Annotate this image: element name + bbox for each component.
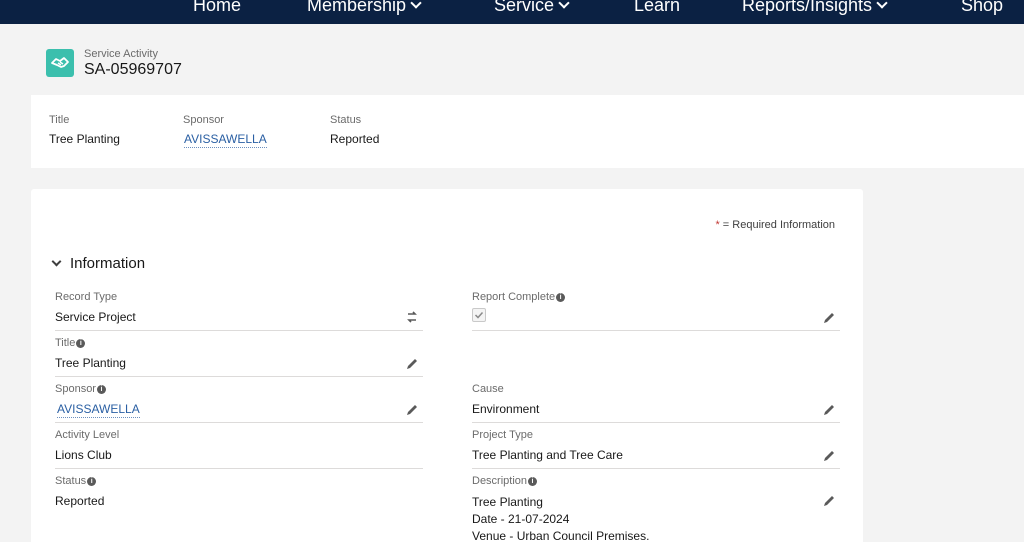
section-information-toggle[interactable]: Information bbox=[51, 255, 146, 272]
chevron-down-icon bbox=[410, 0, 422, 9]
field-label: Description i bbox=[472, 475, 538, 487]
field-project-type: Project Type Tree Planting and Tree Care bbox=[472, 423, 840, 469]
nav-item-learn[interactable]: Learn bbox=[634, 0, 680, 18]
field-label: Activity Level bbox=[55, 429, 120, 441]
required-information-note: * = Required Information bbox=[715, 219, 835, 231]
field-value: Reported bbox=[55, 494, 105, 508]
pencil-icon[interactable] bbox=[822, 494, 836, 508]
highlight-status-value: Reported bbox=[330, 132, 380, 146]
nav-label: Reports/Insights bbox=[742, 0, 873, 15]
field-value: Lions Club bbox=[55, 448, 112, 462]
field-label: Status i bbox=[55, 475, 97, 487]
highlight-title-value: Tree Planting bbox=[49, 132, 120, 146]
top-navigation: Home Membership Service Learn Reports/In… bbox=[0, 0, 1024, 24]
field-description: Description i Tree Planting Date - 21-07-… bbox=[472, 469, 840, 542]
info-icon[interactable]: i bbox=[528, 477, 538, 486]
description-value: Tree Planting Date - 21-07-2024 Venue - … bbox=[472, 494, 649, 542]
field-value: AVISSAWELLA bbox=[55, 402, 140, 418]
field-cause: Cause Environment bbox=[472, 377, 840, 423]
field-label-text: Description bbox=[472, 475, 528, 487]
nav-label: Home bbox=[193, 0, 242, 15]
nav-label: Learn bbox=[634, 0, 681, 15]
nav-label: Membership bbox=[307, 0, 407, 15]
field-label: Title i bbox=[55, 337, 86, 349]
field-activity-level: Activity Level Lions Club bbox=[55, 423, 423, 469]
handshake-icon bbox=[46, 49, 74, 77]
checkmark-icon bbox=[474, 311, 484, 319]
sponsor-link[interactable]: AVISSAWELLA bbox=[57, 402, 140, 418]
pencil-icon[interactable] bbox=[822, 449, 836, 463]
nav-item-service[interactable]: Service bbox=[494, 0, 570, 18]
details-card: * = Required Information Information Rec… bbox=[31, 189, 863, 542]
info-icon[interactable]: i bbox=[76, 339, 86, 348]
report-complete-checkbox bbox=[472, 308, 486, 322]
field-label: Record Type bbox=[55, 291, 118, 303]
description-line: Venue - Urban Council Premises. bbox=[472, 529, 650, 542]
info-icon[interactable]: i bbox=[87, 477, 97, 486]
change-record-type-icon[interactable] bbox=[405, 310, 419, 324]
object-type-label: Service Activity bbox=[84, 48, 158, 60]
field-value: Service Project bbox=[55, 310, 136, 324]
nav-label: Shop bbox=[961, 0, 1004, 15]
pencil-icon[interactable] bbox=[822, 403, 836, 417]
field-value: Tree Planting bbox=[55, 356, 126, 370]
highlight-sponsor-link[interactable]: AVISSAWELLA bbox=[184, 132, 267, 148]
description-line: Tree Planting bbox=[472, 495, 543, 509]
nav-label: Service bbox=[494, 0, 555, 15]
highlight-status-label: Status bbox=[330, 114, 362, 126]
field-label: Project Type bbox=[472, 429, 533, 441]
section-title: Information bbox=[70, 255, 146, 272]
field-label: Sponsor i bbox=[55, 383, 106, 395]
nav-item-reports-insights[interactable]: Reports/Insights bbox=[742, 0, 888, 18]
pencil-icon[interactable] bbox=[405, 357, 419, 371]
field-value: Environment bbox=[472, 402, 540, 416]
chevron-down-icon bbox=[876, 0, 888, 9]
field-label-text: Status bbox=[55, 475, 87, 487]
field-title: Title i Tree Planting bbox=[55, 331, 423, 377]
highlight-title-label: Title bbox=[49, 114, 70, 126]
field-status: Status i Reported bbox=[55, 469, 423, 515]
pencil-icon[interactable] bbox=[405, 403, 419, 417]
record-name: SA-05969707 bbox=[84, 61, 182, 78]
info-icon[interactable]: i bbox=[556, 293, 566, 302]
description-line: Date - 21-07-2024 bbox=[472, 512, 570, 526]
field-label-text: Sponsor bbox=[55, 383, 96, 395]
field-label: Cause bbox=[472, 383, 504, 395]
highlights-panel: Title Tree Planting Sponsor AVISSAWELLA … bbox=[31, 95, 1024, 168]
pencil-icon[interactable] bbox=[822, 311, 836, 325]
field-label-text: Report Complete bbox=[472, 291, 556, 303]
field-sponsor: Sponsor i AVISSAWELLA bbox=[55, 377, 423, 423]
nav-item-membership[interactable]: Membership bbox=[307, 0, 422, 18]
highlight-sponsor-label: Sponsor bbox=[183, 114, 224, 126]
nav-item-shop[interactable]: Shop bbox=[961, 0, 1003, 18]
field-label-text: Title bbox=[55, 337, 76, 349]
chevron-down-icon bbox=[51, 256, 62, 267]
required-text: = Required Information bbox=[719, 219, 835, 231]
info-icon[interactable]: i bbox=[96, 385, 106, 394]
chevron-down-icon bbox=[558, 0, 570, 9]
field-label: Report Complete i bbox=[472, 291, 566, 303]
field-record-type: Record Type Service Project bbox=[55, 285, 423, 331]
field-value: Tree Planting and Tree Care bbox=[472, 448, 623, 462]
field-report-complete: Report Complete i bbox=[472, 285, 840, 331]
nav-item-home[interactable]: Home bbox=[193, 0, 241, 18]
